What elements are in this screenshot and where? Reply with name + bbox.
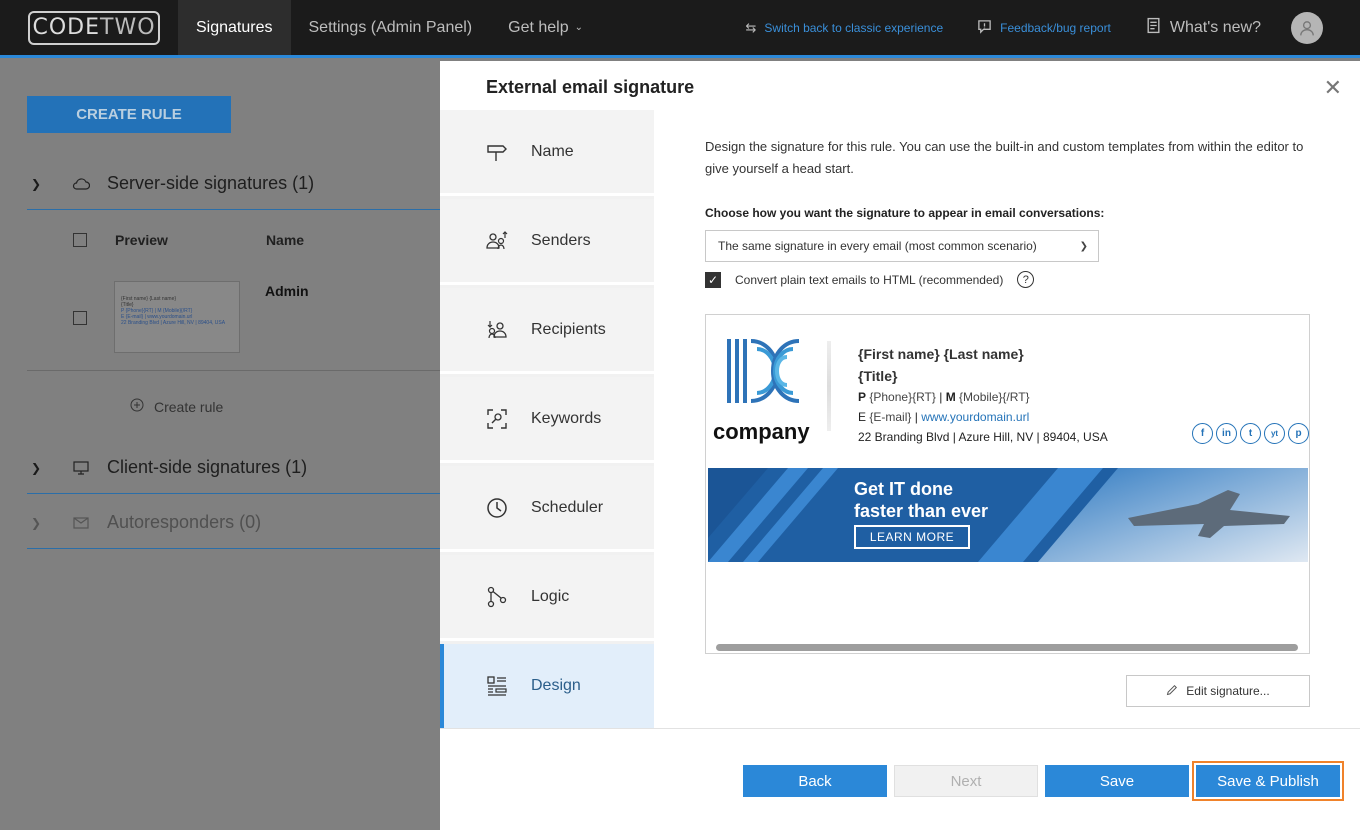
section-autoresponders[interactable]: ❯ Autoresponders (0)	[27, 497, 440, 549]
linkedin-icon: in	[1216, 423, 1237, 444]
nav-signatures[interactable]: Signatures	[178, 0, 291, 55]
steps-sidebar: Name Senders Recipients Keywords Schedul…	[440, 110, 654, 728]
top-right-links: ⇆ Switch back to classic experience Feed…	[746, 0, 1360, 55]
nav-settings[interactable]: Settings (Admin Panel)	[291, 0, 491, 55]
convert-option: ✓ Convert plain text emails to HTML (rec…	[705, 271, 1035, 288]
choose-label: Choose how you want the signature to app…	[705, 206, 1105, 220]
rule-editor-panel: External email signature ✕ Name Senders …	[440, 61, 1360, 830]
intro-text: Design the signature for this rule. You …	[705, 139, 1304, 176]
signature-mode-select[interactable]: The same signature in every email (most …	[705, 230, 1099, 262]
chevron-down-icon: ⌄	[574, 22, 584, 33]
panel-title: External email signature	[486, 77, 695, 97]
next-button[interactable]: Next	[894, 765, 1038, 797]
feedback-icon	[977, 19, 992, 37]
user-avatar[interactable]	[1291, 11, 1323, 44]
feedback-link[interactable]: Feedback/bug report	[977, 19, 1111, 37]
table-row[interactable]: {First name} {Last name} {Title} P {Phon…	[27, 273, 440, 371]
youtube-icon: yt	[1264, 423, 1285, 444]
help-icon[interactable]: ?	[1017, 271, 1035, 288]
rules-page-background: CREATE RULE ❯ Server-side signatures (1)…	[0, 61, 440, 830]
chevron-down-icon: ❯	[31, 176, 42, 191]
step-scheduler[interactable]: Scheduler	[440, 466, 654, 552]
select-all-checkbox[interactable]	[73, 233, 87, 247]
company-logo: company	[711, 335, 829, 445]
svg-text:company: company	[713, 419, 810, 444]
design-icon	[482, 674, 512, 698]
save-publish-button[interactable]: Save & Publish	[1192, 761, 1344, 801]
switch-classic-link[interactable]: ⇆ Switch back to classic experience	[746, 20, 944, 36]
step-recipients[interactable]: Recipients	[440, 288, 654, 374]
create-rule-button[interactable]: CREATE RULE	[27, 96, 231, 133]
convert-html-checkbox[interactable]: ✓	[705, 271, 721, 288]
banner-headline: Get IT done faster than ever	[854, 479, 989, 521]
social-icons: f in t yt p	[1192, 423, 1309, 444]
main-nav: Signatures Settings (Admin Panel) Get he…	[178, 0, 601, 55]
design-content: Design the signature for this rule. You …	[705, 136, 1310, 288]
nav-get-help[interactable]: Get help ⌄	[490, 0, 601, 55]
phone-line: P {Phone}{RT} | M {Mobile}{/RT}	[858, 390, 1030, 404]
user-icon	[1300, 20, 1314, 35]
facebook-icon: f	[1192, 423, 1213, 444]
signpost-icon	[482, 140, 512, 164]
clock-icon	[482, 496, 512, 520]
twitter-icon: t	[1240, 423, 1261, 444]
signature-text: {First name} {Last name} {Title} P {Phon…	[858, 346, 1108, 444]
section-server-side[interactable]: ❯ Server-side signatures (1)	[27, 158, 440, 210]
save-button[interactable]: Save	[1045, 765, 1189, 797]
recipients-icon	[482, 318, 512, 342]
step-name[interactable]: Name	[440, 110, 654, 196]
keywords-icon	[482, 407, 512, 431]
back-button[interactable]: Back	[743, 765, 887, 797]
preview-scrollbar[interactable]	[716, 644, 1298, 651]
chevron-down-icon: ❯	[1079, 240, 1088, 252]
senders-icon	[482, 229, 512, 253]
whats-new-link[interactable]: What's new?	[1145, 17, 1261, 39]
plus-circle-icon	[130, 398, 144, 415]
logo-divider	[827, 341, 831, 431]
news-icon	[1145, 17, 1162, 39]
panel-footer: Back Next Save Save & Publish	[440, 728, 1360, 830]
codetwo-logo[interactable]: CODE TWO	[28, 10, 160, 45]
monitor-icon	[61, 460, 101, 475]
signature-preview: company {First name} {Last name} {Title}…	[705, 314, 1310, 654]
cloud-icon	[61, 177, 101, 190]
step-logic[interactable]: Logic	[440, 555, 654, 641]
step-senders[interactable]: Senders	[440, 199, 654, 285]
signature-banner: Get IT done faster than ever LEARN MORE	[708, 468, 1308, 562]
learn-more-button[interactable]: LEARN MORE	[854, 525, 970, 549]
logic-icon	[482, 585, 512, 609]
close-icon[interactable]: ✕	[1324, 75, 1342, 101]
row-checkbox[interactable]	[73, 311, 87, 325]
chevron-right-icon: ❯	[31, 460, 42, 475]
autoresponder-icon	[61, 516, 101, 530]
switch-arrows-icon: ⇆	[745, 19, 757, 35]
signature-thumbnail: {First name} {Last name} {Title} P {Phon…	[114, 281, 240, 353]
section-client-side[interactable]: ❯ Client-side signatures (1)	[27, 442, 440, 494]
top-bar: CODE TWO Signatures Settings (Admin Panel…	[0, 0, 1360, 58]
email-line: E {E-mail} | www.yourdomain.url	[858, 410, 1030, 424]
create-rule-link[interactable]: Create rule	[130, 398, 223, 415]
chevron-right-icon: ❯	[31, 515, 42, 530]
edit-signature-button[interactable]: Edit signature...	[1126, 675, 1310, 707]
pencil-icon	[1166, 684, 1178, 699]
step-keywords[interactable]: Keywords	[440, 377, 654, 463]
pinterest-icon: p	[1288, 423, 1309, 444]
table-header: Preview Name	[27, 225, 440, 255]
step-design[interactable]: Design	[440, 644, 654, 728]
